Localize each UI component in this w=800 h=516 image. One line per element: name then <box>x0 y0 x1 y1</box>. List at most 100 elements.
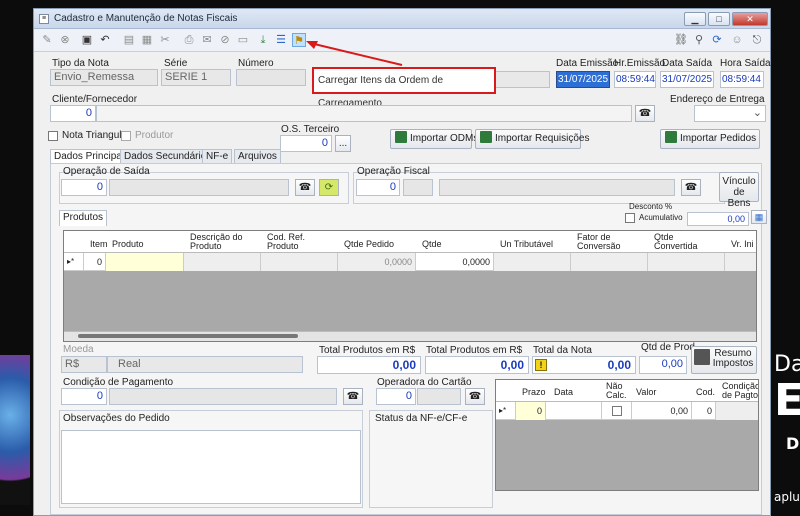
os-terceiro-label: O.S. Terceiro <box>281 124 340 135</box>
vinculo-bens-button[interactable]: Vínculo de Bens <box>719 172 759 209</box>
operadora-cartao-code-field[interactable]: 0 <box>376 388 416 405</box>
refresh-icon[interactable]: ⟳ <box>710 33 724 47</box>
background-text-bottom: aplu <box>774 490 800 504</box>
pay-row-condicao[interactable] <box>716 402 758 420</box>
col-fator-conversao: Fator de Conversão <box>577 232 621 251</box>
op-saida-refresh-icon[interactable]: ⟳ <box>319 179 339 196</box>
op-fiscal-code-field[interactable]: 0 <box>356 179 400 196</box>
pay-row-prazo[interactable]: 0 <box>516 402 546 420</box>
os-terceiro-field[interactable]: 0 <box>280 135 332 152</box>
total-produtos-rs-field: 0,00 <box>317 356 421 374</box>
cliente-search-icon[interactable]: ☎ <box>635 105 655 122</box>
cliente-code-field[interactable]: 0 <box>50 105 96 122</box>
edit-icon[interactable]: ✎ <box>40 33 54 47</box>
mail-icon[interactable]: ✉ <box>200 33 214 47</box>
row-fator[interactable] <box>571 253 648 271</box>
minimize-button[interactable]: ▁ <box>684 12 706 26</box>
list-icon[interactable]: ☰ <box>274 33 288 47</box>
scrollbar-thumb[interactable] <box>78 334 298 338</box>
save-icon[interactable]: ▣ <box>80 33 94 47</box>
row-cod-ref[interactable] <box>261 253 338 271</box>
new-document-icon[interactable]: ▤ <box>122 33 136 47</box>
close-button[interactable]: ✕ <box>732 12 768 26</box>
total-nota-label: Total da Nota <box>533 345 592 356</box>
print-icon[interactable]: ⎙ <box>182 33 196 47</box>
pay-row-data[interactable] <box>546 402 602 420</box>
tab-dados-secundarios[interactable]: Dados Secundários <box>120 149 216 163</box>
link-icon[interactable]: ⛓ <box>674 33 688 47</box>
warning-icon: ! <box>535 359 547 371</box>
op-fiscal-name-field <box>403 179 433 196</box>
desconto-field[interactable]: 0,00 <box>687 212 749 226</box>
pay-row-cod[interactable]: 0 <box>692 402 716 420</box>
row-qtde-convertida[interactable] <box>648 253 725 271</box>
maximize-button[interactable]: □ <box>708 12 730 26</box>
numero-label: Número <box>238 58 274 69</box>
op-fiscal-search-icon[interactable]: ☎ <box>681 179 701 196</box>
row-produto[interactable] <box>106 253 184 271</box>
tab-nfe[interactable]: NF-e <box>202 149 233 163</box>
cancel-icon[interactable]: ⊗ <box>58 33 72 47</box>
pay-row-nao-calc[interactable] <box>602 402 632 420</box>
col-qtde-convertida: Qtde Convertida <box>654 232 698 251</box>
cond-pagamento-label: Condição de Pagamento <box>63 377 174 388</box>
data-emissao-field[interactable]: 31/07/2025 <box>556 71 610 88</box>
produtor-checkbox[interactable] <box>121 131 131 141</box>
cond-pagamento-search-icon[interactable]: ☎ <box>343 388 363 405</box>
row-qtde-pedido: 0,0000 <box>338 253 416 271</box>
row-descricao[interactable] <box>184 253 261 271</box>
col-valor: Valor <box>636 387 657 397</box>
grid-icon[interactable]: ▦ <box>140 33 154 47</box>
hora-saida-field[interactable]: 08:59:44 <box>720 71 764 88</box>
col-data: Data <box>554 387 574 397</box>
data-saida-field[interactable]: 31/07/2025 <box>660 71 714 88</box>
row-marker: ▸* <box>64 253 84 271</box>
search-icon[interactable]: ⚲ <box>692 33 706 47</box>
op-saida-search-icon[interactable]: ☎ <box>295 179 315 196</box>
desconto-calc-icon[interactable]: ▦ <box>751 210 767 224</box>
col-condicao-pagto: Condição de Pagto <box>722 381 759 400</box>
resumo-impostos-button[interactable]: Resumo Impostos <box>691 346 757 374</box>
row-qtde[interactable]: 0,0000 <box>416 253 494 271</box>
cond-pagamento-name-field <box>109 388 337 405</box>
table-row[interactable]: ▸* 0 0,0000 0,0000 <box>64 253 756 271</box>
numero-field[interactable] <box>236 69 306 86</box>
produtos-grid-scrollbar[interactable] <box>64 331 756 341</box>
user-icon[interactable]: ☺ <box>730 33 744 47</box>
col-nao-calc: Não Calc. <box>606 381 627 400</box>
main-window: ≡ Cadastro e Manutenção de Notas Fiscais… <box>33 8 771 516</box>
col-descricao: Descrição do Produto <box>190 232 243 251</box>
importar-requisicoes-button[interactable]: Importar Requisições <box>475 129 589 149</box>
op-saida-code-field[interactable]: 0 <box>61 179 107 196</box>
operadora-search-icon[interactable]: ☎ <box>465 388 485 405</box>
acumulativo-checkbox[interactable] <box>625 213 635 223</box>
observacoes-textarea[interactable] <box>61 430 361 504</box>
importar-pedidos-button[interactable]: Importar Pedidos <box>660 129 760 149</box>
cliente-name-field[interactable] <box>96 105 632 122</box>
undo-icon[interactable]: ↶ <box>98 33 112 47</box>
row-un-tributavel[interactable] <box>494 253 571 271</box>
data-saida-label: Data Saída <box>662 58 713 69</box>
row-vr-ini[interactable] <box>725 253 756 271</box>
download-icon[interactable]: ⤓ <box>256 33 270 47</box>
endereco-select[interactable]: ⌄ <box>694 105 766 122</box>
nota-triangular-checkbox[interactable] <box>48 131 58 141</box>
hr-emissao-field[interactable]: 08:59:44 <box>614 71 656 88</box>
table-row[interactable]: ▸* 0 0,00 0 <box>496 402 758 420</box>
document-icon[interactable]: ▭ <box>236 33 250 47</box>
os-terceiro-ellipsis-button[interactable]: ... <box>335 135 351 152</box>
importar-odms-button[interactable]: Importar ODMs <box>390 129 478 149</box>
exit-icon[interactable]: ⎋ <box>750 33 764 47</box>
pay-row-valor[interactable]: 0,00 <box>632 402 692 420</box>
tool-icon[interactable]: ✂ <box>158 33 172 47</box>
tipo-nota-select[interactable]: Envio_Remessa <box>50 69 158 86</box>
block-icon[interactable]: ⊘ <box>218 33 232 47</box>
cond-pagamento-code-field[interactable]: 0 <box>61 388 107 405</box>
hora-saida-label: Hora Saída <box>720 58 771 69</box>
tab-arquivos[interactable]: Arquivos <box>234 149 281 163</box>
serie-select[interactable]: SERIE 1 <box>161 69 231 86</box>
tooltip: Carregar Itens da Ordem de Carregamento <box>312 67 496 109</box>
produtos-tab[interactable]: Produtos <box>59 210 108 226</box>
op-saida-label: Operação de Saída <box>63 166 150 177</box>
nao-calc-checkbox[interactable] <box>612 406 622 416</box>
